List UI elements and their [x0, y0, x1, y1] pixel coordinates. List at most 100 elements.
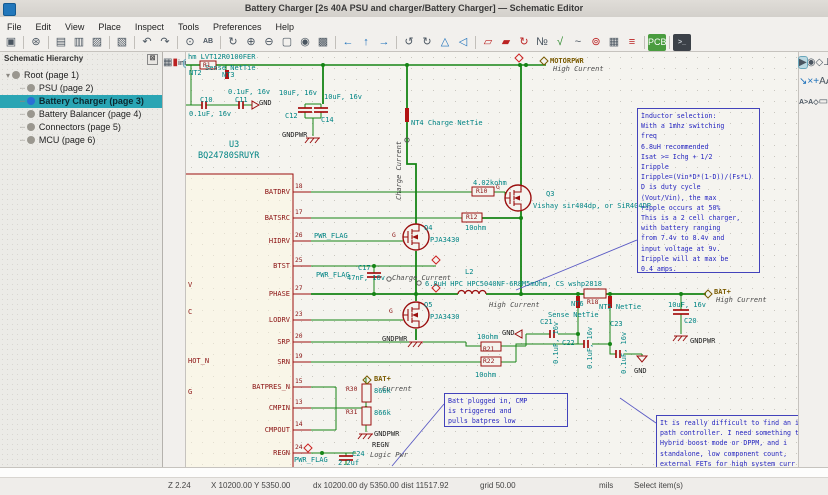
schematic-text[interactable]: 47nF, 16v [347, 274, 385, 282]
resistor-body[interactable] [362, 384, 371, 402]
schematic-text[interactable]: Logic Pwr [370, 451, 408, 459]
schematic-text[interactable]: G [496, 184, 500, 192]
net-tie-symbol[interactable] [405, 108, 409, 122]
pin-name-srn[interactable]: SRN [277, 358, 290, 366]
mosfet-symbol[interactable] [505, 185, 531, 211]
schematic-text[interactable]: C22 [562, 339, 575, 347]
schematic-text[interactable]: PJA3430 [430, 236, 460, 244]
new-schematic-button[interactable]: ▤ [52, 34, 70, 51]
pin-name-hidrv[interactable]: HIDRV [269, 237, 290, 245]
zoom-selection-button[interactable]: ▩ [314, 34, 332, 51]
sheet-item-root-page-1-[interactable]: ▾Root (page 1) [0, 69, 162, 82]
schematic-text[interactable]: High Current [716, 296, 767, 304]
gndpwr-symbol[interactable] [358, 434, 373, 439]
schematic-text[interactable]: High Current [553, 65, 604, 73]
schematic-text[interactable]: GND [502, 329, 515, 337]
schematic-text[interactable]: GNDPWR [382, 335, 407, 343]
schematic-text[interactable]: 2.2uf [338, 459, 359, 467]
note-box-3[interactable]: It is really difficult to find an idea p… [656, 415, 798, 467]
gndpwr-symbol[interactable] [408, 342, 423, 347]
pin-name-batpres_n[interactable]: BATPRES_N [252, 383, 290, 391]
schematic-text[interactable]: 6.8uH HPC HPC5040NF-6R8M5mOhm, CS wshp28… [425, 280, 602, 288]
pin-name-btst[interactable]: BTST [273, 262, 290, 270]
schematic-text[interactable]: BAT+ [714, 288, 731, 296]
wire[interactable] [407, 65, 416, 224]
schematic-text[interactable]: C14 [321, 116, 334, 124]
add-symbol-button[interactable]: ◇ [815, 57, 823, 68]
global-label-button[interactable]: A> [799, 99, 808, 106]
pin-name-cmpin[interactable]: CMPIN [269, 404, 290, 412]
nav-up-sheet-button[interactable]: ↑ [357, 34, 375, 51]
zoom-out-button[interactable]: ⊖ [260, 34, 278, 51]
resistor-body[interactable] [362, 407, 371, 425]
pin-name-batsrc[interactable]: BATSRC [265, 214, 290, 222]
refresh-view-button[interactable]: ↻ [224, 34, 242, 51]
schematic-text[interactable]: PWR_FLAG [316, 271, 350, 279]
note-box-1[interactable]: Inductor selection: With a 1mhz switchin… [637, 108, 760, 273]
schematic-text[interactable]: R18 [587, 299, 598, 307]
schematic-text[interactable]: GND [634, 367, 647, 375]
pin-name-srp[interactable]: SRP [277, 338, 290, 346]
erc-check-button[interactable]: √ [551, 34, 569, 51]
note-box-2[interactable]: Batt plugged in, CMP is triggered and pu… [444, 393, 568, 427]
rotate-ccw-button[interactable]: ↺ [400, 34, 418, 51]
schematic-text[interactable]: R1 [203, 62, 211, 70]
schematic-text[interactable]: 0.1uF, 16v [620, 332, 628, 374]
flag-diamond-icon[interactable] [540, 57, 548, 65]
nav-back-button[interactable]: ← [339, 34, 357, 51]
simulator-button[interactable]: ~ [569, 34, 587, 51]
schematic-text[interactable]: U3 [229, 141, 239, 149]
mirror-horizontal-button[interactable]: ◁ [454, 34, 472, 51]
annotate-button[interactable]: № [533, 34, 551, 51]
schematic-text[interactable]: L2 [465, 268, 473, 276]
schematic-text[interactable]: HOT_N [188, 357, 209, 365]
scripting-console-button[interactable]: >_ [673, 34, 691, 51]
net-label-button[interactable]: A [819, 76, 826, 87]
schematic-text[interactable]: R31 [346, 409, 357, 417]
schematic-text[interactable]: 0.1uF, 16v [189, 110, 231, 118]
schematic-text[interactable]: 0.1uF, 16v [228, 88, 270, 96]
schematic-text[interactable]: R22 [483, 358, 494, 366]
wire[interactable] [311, 378, 366, 432]
sheet-item-mcu-page-6-[interactable]: ┈MCU (page 6) [0, 134, 162, 147]
schematic-setup-button[interactable]: ⊛ [27, 34, 45, 51]
select-tool-button[interactable]: ▶ [799, 57, 807, 68]
schematic-text[interactable]: REGN [372, 441, 389, 449]
schematic-text[interactable]: Vishay sir404dp, or SiR404DP [533, 202, 651, 210]
schematic-text[interactable]: NT3 [222, 71, 235, 79]
schematic-text[interactable]: Charge Current [395, 141, 403, 200]
flag-diamond-icon[interactable] [515, 54, 523, 62]
schematic-text[interactable]: 866k [374, 409, 391, 417]
schematic-text[interactable]: 10ohm [477, 333, 498, 341]
schematic-text[interactable]: C [188, 308, 192, 316]
schematic-text[interactable]: Sense NetTie [548, 311, 599, 319]
schematic-text[interactable]: C17 [358, 264, 371, 272]
find-replace-button[interactable]: AB [199, 34, 217, 51]
print-button[interactable]: ▥ [70, 34, 88, 51]
inductor-coil[interactable] [458, 291, 486, 295]
schematic-canvas[interactable]: hm LVT12R0100FERSense NetTieNT2NT30.1uF,… [186, 52, 798, 467]
schematic-text[interactable]: NT5 NetTie [599, 303, 641, 311]
schematic-text[interactable]: 866k [374, 387, 391, 395]
undo-button[interactable]: ↶ [138, 34, 156, 51]
schematic-text[interactable]: C21 [540, 318, 553, 326]
zoom-to-objects-button[interactable]: ◉ [296, 34, 314, 51]
open-pcb-editor-button[interactable]: PCB [648, 34, 666, 51]
pin-name-cmpout[interactable]: CMPOUT [265, 426, 290, 434]
save-button[interactable]: ▣ [2, 34, 20, 51]
schematic-text[interactable]: G [392, 232, 396, 240]
schematic-text[interactable]: PJA3430 [430, 313, 460, 321]
gnd-symbol[interactable] [252, 101, 259, 109]
pin-name-regn[interactable]: REGN [273, 449, 290, 457]
schematic-text[interactable]: C23 [610, 320, 623, 328]
schematic-text[interactable]: 0.1uF, 16v [552, 322, 560, 364]
pin-name-lodrv[interactable]: LODRV [269, 316, 290, 324]
window-titlebar[interactable]: Battery Charger [2s 40A PSU and charger/… [0, 0, 828, 18]
schematic-text[interactable]: BQ24780SRUYR [198, 152, 259, 160]
schematic-text[interactable]: NT6 [571, 300, 584, 308]
plot-button[interactable]: ▨ [88, 34, 106, 51]
flag-diamond-icon[interactable] [363, 376, 371, 384]
schematic-text[interactable]: High Current [489, 301, 540, 309]
schematic-text[interactable]: V [188, 281, 192, 289]
schematic-text[interactable]: R10 [476, 188, 487, 196]
